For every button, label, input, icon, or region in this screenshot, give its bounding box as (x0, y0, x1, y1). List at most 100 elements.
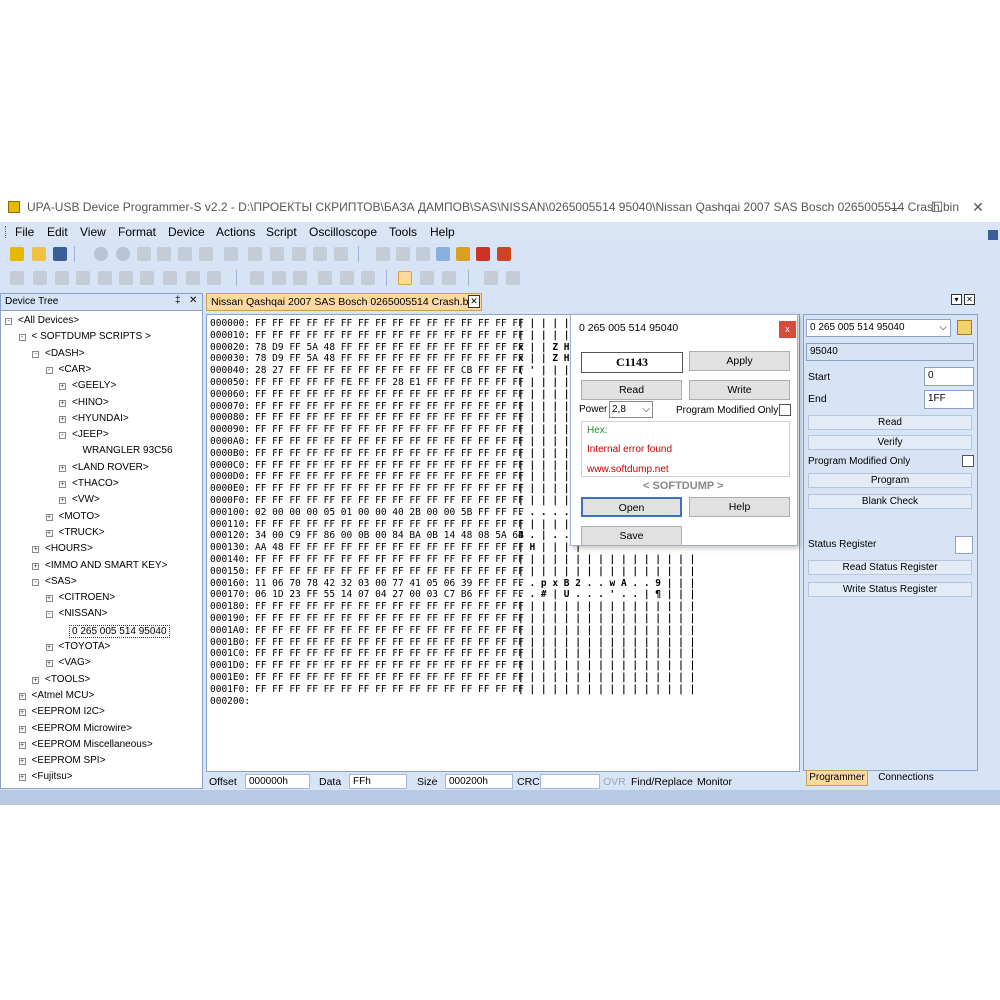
hex-ascii[interactable]: | | | | | | | | | | | | | | | | (518, 660, 695, 671)
hex-bytes[interactable]: AA 48 FF FF FF FF FF FF FF FF FF FF FF F… (255, 542, 524, 553)
tree-item[interactable]: <THACO> (72, 478, 119, 489)
expand-icon[interactable]: + (32, 676, 39, 684)
expand-icon[interactable]: + (18, 692, 26, 700)
pencil-icon[interactable] (33, 271, 47, 285)
hex-bytes[interactable]: FF FF FF FF FF FF FF FF FF FF FF FF FF F… (255, 318, 524, 329)
menu-help[interactable]: Help (430, 225, 455, 239)
tab-document[interactable]: Nissan Qashqai 2007 SAS Bosch 0265005514… (206, 293, 482, 311)
hex-bytes[interactable]: FF FF FF FF FF FF FF FF FF FF FF FF FF F… (255, 660, 524, 671)
hex-bytes[interactable]: FF FF FF FF FF FF FF FF FF FF FF FF FF F… (255, 495, 524, 506)
dialog-write-button[interactable]: Write (689, 380, 790, 400)
menu-tools[interactable]: Tools (389, 225, 417, 239)
find-icon[interactable] (224, 247, 238, 261)
hex-bytes[interactable]: FF FF FF FF FF FF FF FF FF FF FF FF FF F… (255, 389, 524, 400)
device-info-icon[interactable] (957, 320, 972, 335)
bug-icon[interactable] (476, 247, 490, 261)
expand-icon[interactable]: + (18, 741, 26, 749)
open-icon[interactable] (32, 247, 46, 261)
zoom-icon[interactable] (420, 271, 434, 285)
hex-bytes[interactable]: FF FF FF FF FF FF FF FF FF FF FF FF FF F… (255, 460, 524, 471)
view-b-icon[interactable] (272, 271, 286, 285)
find-replace-link[interactable]: Find/Replace (631, 776, 693, 788)
hex-ascii[interactable]: | | | | | | | | | | | | | | | | (518, 554, 695, 565)
tree-item[interactable]: <HINO> (72, 397, 109, 408)
view-d-icon[interactable] (318, 271, 332, 285)
expand-icon[interactable]: + (18, 758, 26, 766)
tree-item[interactable]: <JEEP> (72, 429, 109, 440)
expand-icon[interactable]: + (18, 709, 26, 717)
tree-item[interactable]: <CITROEN> (59, 592, 116, 603)
tree-item[interactable]: <VAG> (59, 657, 91, 668)
hex-bytes[interactable]: FF FF FF FF FF FF FF FF FF FF FF FF FF F… (255, 554, 524, 565)
forward-icon[interactable] (116, 247, 130, 261)
tree-item[interactable]: <HOURS> (45, 543, 93, 554)
overflow-icon[interactable] (988, 230, 998, 240)
expand-icon[interactable]: + (59, 497, 66, 505)
paste-icon[interactable] (178, 247, 192, 261)
dialog-close-button[interactable]: x (779, 321, 796, 338)
hex-bytes[interactable]: FF FF FF FF FF FF FF FF FF FF FF FF FF F… (255, 471, 524, 482)
hex-ascii[interactable]: x | | Z H (518, 342, 569, 353)
blank-check-button[interactable]: Blank Check (808, 494, 972, 509)
cut-icon[interactable] (137, 247, 151, 261)
hex-bytes[interactable]: FF FF FF FF FF FF FF FF FF FF FF FF FF F… (255, 412, 524, 423)
prev-icon[interactable] (119, 271, 133, 285)
expand-icon[interactable]: + (45, 595, 53, 603)
delete-icon[interactable] (199, 247, 213, 261)
hex-bytes[interactable]: FF FF FF FF FF FF FF FF FF FF FF FF FF F… (255, 601, 524, 612)
menu-view[interactable]: View (80, 225, 106, 239)
back-icon[interactable] (94, 247, 108, 261)
tree-item[interactable]: <TOYOTA> (59, 641, 111, 652)
menu-format[interactable]: Format (118, 225, 156, 239)
view-f-icon[interactable] (361, 271, 375, 285)
expand-icon[interactable]: + (45, 660, 53, 668)
hex-bytes[interactable]: FF FF FF FF FF FF FF FF FF FF FF FF FF F… (255, 613, 524, 624)
hex-bytes[interactable]: FF FF FF FF FF FF FF FF FF FF FF FF FF F… (255, 424, 524, 435)
script-icon[interactable] (456, 247, 470, 261)
tree-item[interactable]: <HYUNDAI> (72, 413, 129, 424)
tree-item[interactable]: <EEPROM I2C> (32, 706, 105, 717)
menu-script[interactable]: Script (266, 225, 297, 239)
hex-bytes[interactable]: FF FF FF FF FF FF FF FF FF FF FF FF FF F… (255, 637, 524, 648)
program-modified-only-checkbox[interactable] (962, 455, 974, 467)
view-a-icon[interactable] (250, 271, 264, 285)
tree-item[interactable]: <IMMO AND SMART KEY> (45, 560, 167, 571)
close-panel-icon[interactable]: ✕ (189, 295, 197, 306)
expand-icon[interactable]: + (45, 644, 53, 651)
sigma-icon[interactable] (497, 247, 511, 261)
hex-ascii[interactable]: | | | | | | | | | | | | | | | | (518, 637, 695, 648)
tab-close-icon[interactable]: ✕ (468, 295, 480, 308)
collapse-icon[interactable]: - (5, 318, 12, 325)
collapse-icon[interactable]: - (45, 611, 53, 619)
view-e-icon[interactable] (340, 271, 354, 285)
hex-bytes[interactable]: 11 06 70 78 42 32 03 00 77 41 05 06 39 F… (255, 578, 524, 589)
edit-icon[interactable] (10, 271, 24, 285)
read-status-register-button[interactable]: Read Status Register (808, 560, 972, 575)
refresh-icon[interactable] (186, 271, 200, 285)
menu-oscilloscope[interactable]: Oscilloscope (309, 225, 377, 239)
expand-icon[interactable]: + (32, 562, 39, 570)
website-link[interactable]: www.softdump.net (587, 464, 669, 475)
tree-item[interactable]: <SAS> (45, 576, 77, 587)
apply-button[interactable]: Apply (689, 351, 790, 371)
run-icon[interactable] (484, 271, 498, 285)
expand-icon[interactable]: + (59, 415, 66, 423)
device-select[interactable]: 0 265 005 514 95040 ⌵ (806, 319, 951, 337)
hex-bytes[interactable]: 02 00 00 00 05 01 00 00 40 2B 00 00 5B F… (255, 507, 524, 518)
replace-icon[interactable] (248, 247, 262, 261)
dialog-read-button[interactable]: Read (581, 380, 682, 400)
expand-icon[interactable]: + (18, 725, 26, 733)
hex-ascii[interactable]: 4 . | . . (518, 530, 569, 541)
tree-item[interactable]: <MOTO> (59, 511, 101, 522)
tree-item[interactable]: <NISSAN> (59, 608, 108, 619)
tab-connections[interactable]: Connections (871, 771, 941, 786)
pin-icon[interactable]: ‡ (175, 295, 181, 306)
program-button[interactable]: Program (808, 473, 972, 488)
tree-item[interactable]: <TRUCK> (59, 527, 105, 538)
tree-item[interactable]: <DASH> (45, 348, 84, 359)
compare-icon[interactable] (334, 247, 348, 261)
hex-ascii[interactable]: . . p x B 2 . . w A . . 9 | | | (518, 578, 695, 589)
select-icon[interactable] (55, 271, 69, 285)
bookmark-icon[interactable] (313, 247, 327, 261)
expand-icon[interactable]: + (59, 383, 66, 391)
